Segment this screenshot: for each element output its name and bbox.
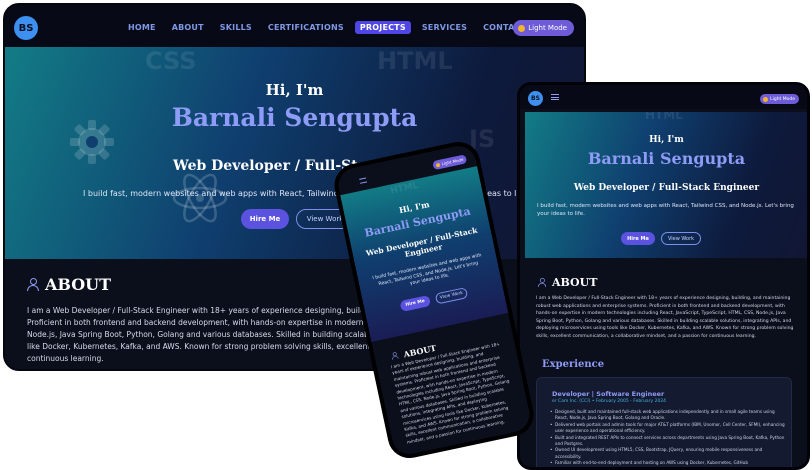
person-icon — [27, 278, 39, 291]
about-line: Proficient in both frontend and backend … — [27, 318, 417, 327]
list-item: Familiar with end-to-end deployment and … — [550, 460, 786, 467]
light-mode-toggle[interactable]: Light Mode — [513, 20, 574, 36]
tablet-navbar: BS Light Mode — [520, 85, 807, 109]
person-icon — [391, 352, 399, 360]
person-icon — [537, 277, 547, 288]
about-line: like Docker, Kubernetes, Kafka, and AWS.… — [27, 342, 417, 351]
tablet-hero-greeting: Hi, I'm — [649, 135, 684, 145]
phone-light-mode-toggle[interactable]: Light Mode — [431, 154, 468, 171]
list-item: Designed, built and maintained full-stac… — [550, 409, 786, 422]
phone-hamburger-icon[interactable] — [359, 177, 368, 184]
html-watermark: HTML — [645, 112, 683, 122]
navbar: BS HOME ABOUT SKILLS CERTIFICATIONS PROJ… — [5, 5, 584, 47]
hero-section: CSS HTML JS Hi, I'm Barnali Sengupta Web… — [5, 47, 584, 259]
html-watermark: HTML — [377, 47, 453, 75]
tablet-about-text: I am a Web Developer / Full-Stack Engine… — [536, 296, 794, 339]
css-watermark: CSS — [145, 47, 197, 75]
job-company: er Cam Inc. (CCI) • February 2005 - Febr… — [552, 399, 667, 404]
list-item: Owned UI development using HTML5, CSS, B… — [550, 447, 786, 460]
tablet-logo[interactable]: BS — [528, 91, 543, 106]
tablet-light-mode-toggle[interactable]: Light Mode — [760, 94, 799, 104]
light-mode-label: Light Mode — [528, 24, 567, 32]
tablet-view-work-button[interactable]: View Work — [661, 232, 701, 245]
about-line: continuous learning. — [27, 354, 104, 363]
sun-icon — [763, 96, 769, 102]
tablet-screen: BS Light Mode HTML Hi, I'm Barnali Sengu… — [517, 82, 810, 470]
list-item: Built and integrated REST APIs to connec… — [550, 435, 786, 448]
about-line: Node.js, Java Spring Boot, Python, Golan… — [27, 330, 417, 339]
phone-light-mode-label: Light Mode — [441, 156, 464, 167]
job-bullets: Designed, built and maintained full-stac… — [550, 409, 786, 467]
tablet-hero-role: Web Developer / Full-Stack Engineer — [573, 183, 760, 193]
nav-item-home[interactable]: HOME — [123, 21, 161, 34]
job-title: Developer | Software Engineer — [552, 390, 665, 398]
hero-greeting: Hi, I'm — [265, 81, 324, 99]
react-atom-icon — [172, 173, 228, 223]
nav-item-services[interactable]: SERVICES — [417, 21, 472, 34]
experience-heading: Experience — [542, 359, 605, 370]
tablet-hero-description: I build fast, modern websites and web ap… — [537, 203, 794, 217]
list-item: Delivered web portals and admin tools fo… — [550, 422, 786, 435]
hamburger-menu-icon[interactable] — [551, 94, 559, 100]
about-line: I am a Web Developer / Full-Stack Engine… — [27, 306, 417, 315]
nav-menu: HOME ABOUT SKILLS CERTIFICATIONS PROJECT… — [123, 21, 537, 34]
device-mockup-stage: BS HOME ABOUT SKILLS CERTIFICATIONS PROJ… — [0, 0, 812, 470]
tablet-hero-name: Barnali Sengupta — [587, 149, 746, 168]
hire-me-button[interactable]: Hire Me — [241, 209, 289, 229]
nav-item-certifications[interactable]: CERTIFICATIONS — [263, 21, 349, 34]
tablet-hire-me-button[interactable]: Hire Me — [621, 232, 655, 245]
tablet-hero: HTML Hi, I'm Barnali Sengupta Web Develo… — [525, 112, 807, 258]
about-heading: ABOUT — [27, 275, 111, 294]
tablet-about-title: ABOUT — [552, 276, 598, 289]
sun-icon — [435, 162, 441, 168]
hero-name: Barnali Sengupta — [171, 103, 418, 132]
logo[interactable]: BS — [14, 16, 38, 40]
tablet-light-mode-label: Light Mode — [770, 96, 795, 102]
sun-icon — [518, 24, 526, 32]
tablet-about-heading: ABOUT — [536, 276, 597, 289]
nav-item-projects[interactable]: PROJECTS — [354, 21, 411, 34]
about-text: I am a Web Developer / Full-Stack Engine… — [27, 305, 417, 365]
nav-item-about[interactable]: ABOUT — [167, 21, 209, 34]
about-title: ABOUT — [45, 275, 112, 294]
nav-item-skills[interactable]: SKILLS — [215, 21, 257, 34]
